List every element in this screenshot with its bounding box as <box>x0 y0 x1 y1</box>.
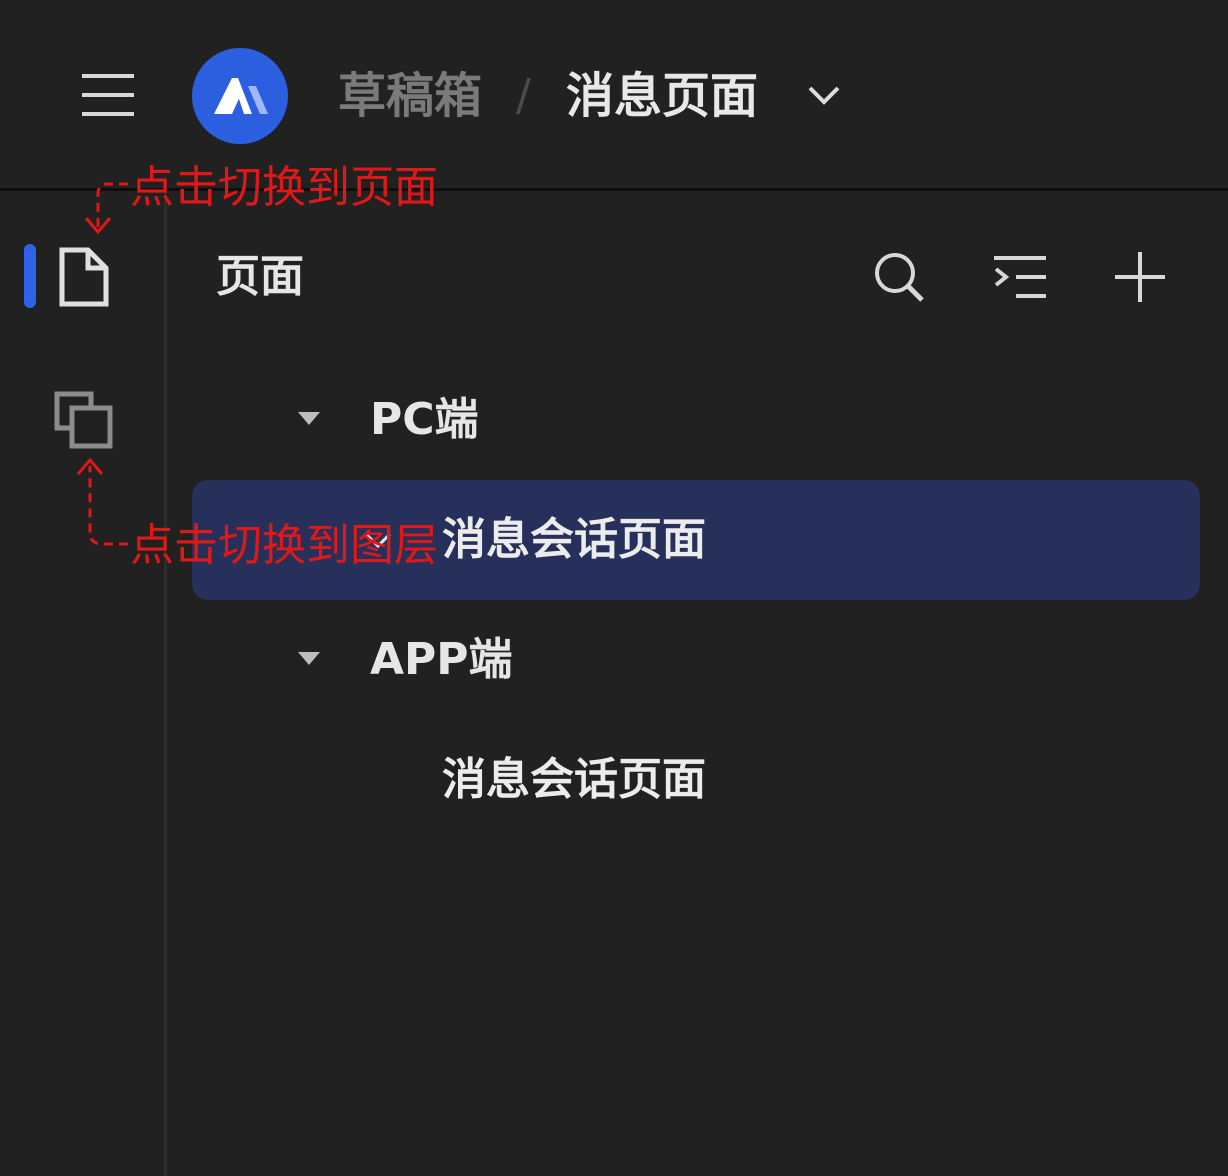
layers-icon[interactable] <box>52 390 116 452</box>
tree-item-pc-session[interactable]: 消息会话页面 <box>442 510 706 570</box>
caret-down-icon[interactable] <box>298 412 320 426</box>
plus-icon[interactable] <box>1112 250 1168 304</box>
annotation-to-pages: 点击切换到页面 <box>130 162 438 213</box>
tree-group-app[interactable]: APP端 <box>370 630 513 690</box>
chevron-down-icon[interactable] <box>806 80 842 110</box>
search-icon[interactable] <box>872 250 926 304</box>
logo-icon <box>192 48 288 144</box>
tree-group-pc[interactable]: PC端 <box>370 390 479 450</box>
menu-icon[interactable] <box>82 72 134 118</box>
rail-divider <box>164 191 167 1176</box>
annotation-to-layers: 点击切换到图层 <box>130 520 438 571</box>
active-indicator <box>24 244 36 308</box>
breadcrumb-separator: / <box>516 70 531 121</box>
panel-title: 页面 <box>216 251 304 302</box>
page-icon[interactable] <box>56 246 112 308</box>
caret-down-icon[interactable] <box>298 652 320 666</box>
outline-icon[interactable] <box>992 254 1048 300</box>
breadcrumb-parent[interactable]: 草稿箱 <box>338 62 482 130</box>
side-rail <box>0 191 164 1176</box>
breadcrumb-current[interactable]: 消息页面 <box>566 62 758 130</box>
tree-item-app-session[interactable]: 消息会话页面 <box>442 750 706 810</box>
